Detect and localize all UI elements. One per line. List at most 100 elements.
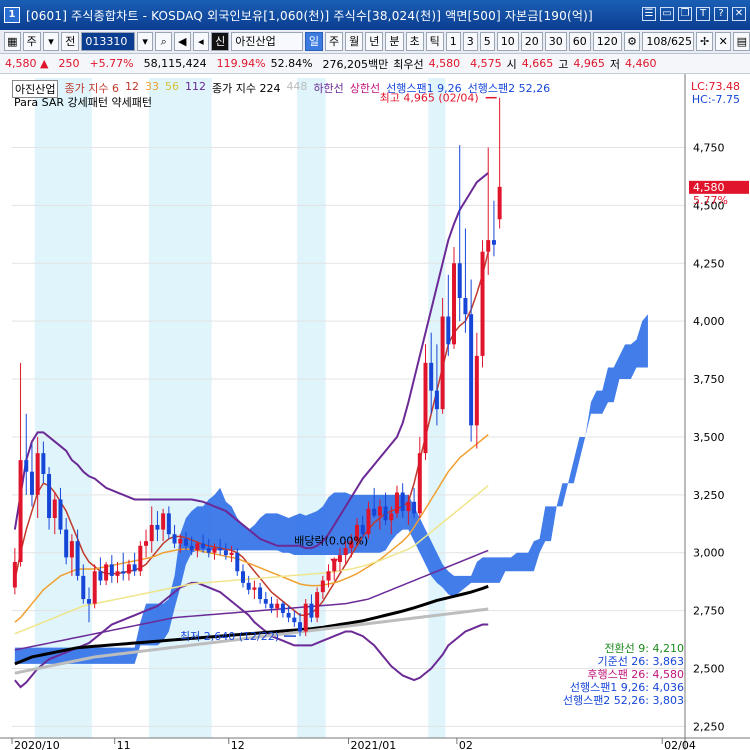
current-pct-label: 5.77% [693, 194, 728, 207]
candle-body [223, 550, 228, 556]
legend-envelope-high: 상한선 [349, 82, 381, 95]
tab-year[interactable]: 년 [365, 32, 384, 51]
layout-icon[interactable]: ▤ [733, 32, 750, 51]
settings-icon[interactable]: ⚙ [623, 32, 641, 51]
interval-5[interactable]: 5 [479, 32, 495, 51]
low-marker-label: 최저 2,640 (12/22) [180, 630, 279, 643]
candle-body [149, 524, 154, 542]
interval-20[interactable]: 20 [520, 32, 543, 51]
candle-body [166, 513, 171, 535]
candle-body [81, 575, 86, 600]
candle-body [218, 548, 223, 551]
candle-body [75, 541, 80, 576]
indicator-kijun: 기준선 26: 3,863 [597, 655, 684, 668]
tab-day[interactable]: 일 [304, 32, 324, 51]
x-tick-label: 12 [231, 739, 245, 750]
dividend-label: 배당락(0.00%) [294, 535, 368, 548]
candle-body [423, 362, 428, 454]
tab-month[interactable]: 월 [345, 32, 364, 51]
candle-body [138, 545, 143, 572]
help-icon[interactable]: ? [714, 7, 728, 21]
view-select[interactable]: 전 [61, 32, 80, 51]
candle-body [86, 599, 91, 604]
tab-second[interactable]: 초 [405, 32, 424, 51]
grid-icon[interactable]: ▦ [4, 32, 21, 51]
chevron-down-icon[interactable]: ▾ [42, 32, 60, 51]
crosshair-icon[interactable]: ✢ [696, 32, 713, 51]
candle-body [52, 499, 57, 518]
interval-60[interactable]: 60 [568, 32, 591, 51]
tools-icon[interactable]: ✕ [714, 32, 732, 51]
hc-label: HC:-7.75 [691, 93, 740, 106]
y-tick-label: 2,250 [693, 720, 725, 733]
dropdown-icon[interactable]: ▾ [136, 32, 154, 51]
quote-bar: 4,580 ▲ 250 +5.77% 58,115,424 119.94% 52… [0, 54, 750, 74]
lc-label: LC:73.48 [690, 80, 740, 93]
candle-body [337, 555, 342, 562]
speaker-icon[interactable]: ◀ [173, 32, 191, 51]
bar-count[interactable]: 108/625 [642, 32, 695, 51]
x-tick-label: 2021/01 [351, 739, 397, 750]
y-tick-label: 4,750 [693, 141, 725, 154]
volume: 58,115,424 [143, 57, 207, 70]
candle-body [372, 508, 377, 516]
tab-minute[interactable]: 분 [385, 32, 404, 51]
arrow-left-icon[interactable]: ◂ [192, 32, 210, 51]
candle-body [126, 564, 131, 574]
interval-30[interactable]: 30 [544, 32, 567, 51]
low-price: 4,460 [625, 57, 657, 70]
candle-body [12, 562, 17, 588]
price-chart[interactable]: 2,250 2,500 2,750 3,000 3,250 3,500 3,750 4,000… [0, 74, 750, 750]
legend-ma-56: 56 [164, 80, 179, 93]
volume-ratio: 119.94% [216, 57, 266, 70]
candle-body [486, 240, 491, 252]
low-label: 저 [609, 57, 621, 71]
interval-10[interactable]: 10 [496, 32, 519, 51]
candle-body [212, 548, 217, 553]
candle-body [132, 564, 137, 572]
restore-icon[interactable]: ❐ [678, 7, 692, 21]
candle-body [155, 524, 160, 530]
x-tick-label: 02/04 [664, 739, 696, 750]
candle-body [121, 571, 126, 574]
candle-body [195, 543, 200, 551]
credit-badge: 신 [211, 32, 230, 51]
interval-3[interactable]: 3 [462, 32, 478, 51]
candle-body [474, 355, 479, 426]
candle-body [275, 603, 280, 609]
menu-icon[interactable]: ☰ [642, 7, 656, 21]
stock-name: 아진산업 [231, 32, 303, 51]
best-ask: 4,580 [428, 57, 461, 70]
close-icon[interactable]: ✕ [732, 7, 746, 21]
interval-120[interactable]: 120 [592, 32, 622, 51]
candle-body [360, 524, 365, 535]
current-price-label: 4,580 [693, 181, 725, 194]
tab-week[interactable]: 주 [325, 32, 344, 51]
stock-code-input[interactable]: 013310 [81, 32, 135, 51]
candle-body [417, 453, 422, 514]
indicator-values: 전환선 9: 4,210 기준선 26: 3,863 후행스팬 26: 4,58… [563, 642, 684, 707]
app-icon[interactable]: 1 [4, 7, 20, 23]
candle-body [183, 538, 188, 546]
tab-tick[interactable]: 틱 [425, 32, 444, 51]
candle-body [201, 543, 206, 549]
title-bar: 1 [0601] 주식종합차트 - KOSDAQ 외국인보유[1,060(천)]… [0, 0, 750, 30]
minimize-icon[interactable]: ▭ [660, 7, 674, 21]
candle-body [366, 508, 371, 535]
text-icon[interactable]: T [696, 7, 710, 21]
period-select[interactable]: 주 [22, 32, 41, 51]
candle-body [98, 571, 103, 581]
high-label: 고 [558, 57, 569, 71]
open-price: 4,665 [521, 57, 554, 70]
candle-body [383, 506, 388, 521]
candle-body [377, 506, 382, 516]
y-tick-label: 2,750 [693, 605, 725, 618]
candle-body [303, 603, 308, 632]
indicator-tenkan: 전환선 9: 4,210 [604, 642, 684, 655]
candle-body [235, 552, 240, 572]
candle-body [463, 298, 468, 315]
interval-1[interactable]: 1 [445, 32, 461, 51]
candle-body [343, 548, 348, 556]
search-icon[interactable]: ⌕ [155, 32, 172, 51]
y-tick-label: 3,250 [693, 489, 725, 502]
